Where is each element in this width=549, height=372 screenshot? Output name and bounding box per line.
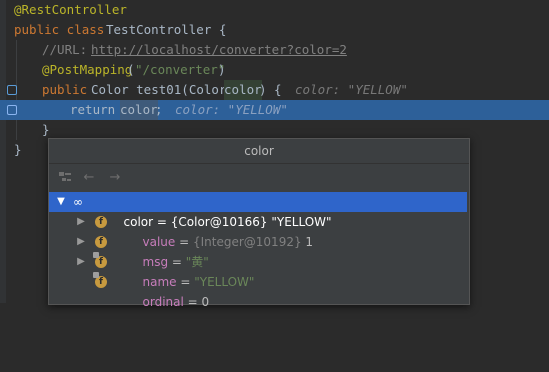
- class-name: TestController {: [106, 22, 227, 37]
- tree-row[interactable]: ▶ f msg = "黄": [49, 232, 467, 269]
- keyword-public-class: public class: [14, 22, 105, 37]
- field-name: ordinal: [142, 295, 184, 309]
- field-icon: f: [95, 216, 107, 228]
- chevron-right-icon[interactable]: ▶: [75, 232, 87, 252]
- watch-glasses-icon: ∞: [73, 195, 83, 209]
- tree-row[interactable]: f ordinal = 0: [49, 272, 467, 309]
- semicolon: ;: [155, 102, 163, 117]
- mapping-path-string: "/converter": [135, 62, 226, 77]
- code-line-2: public class TestController {: [0, 20, 549, 40]
- chevron-down-icon[interactable]: ▼: [55, 192, 67, 212]
- chevron-right-icon[interactable]: ▶: [75, 212, 87, 232]
- inline-value-hint: color: "YELLOW": [295, 82, 408, 97]
- tree-row[interactable]: ▶ f name = "YELLOW": [49, 252, 467, 289]
- code-line-1: @RestController: [0, 0, 549, 20]
- popup-toolbar: ← →: [49, 164, 469, 192]
- keyword-public: public: [42, 82, 88, 97]
- paren-open: (: [127, 62, 135, 77]
- paren-close: ): [218, 62, 226, 77]
- code-line-7: }: [0, 120, 549, 140]
- method-signature: Color test01(Color: [91, 82, 234, 97]
- lock-icon: [93, 252, 99, 258]
- current-execution-line: return color ; color: "YELLOW": [0, 100, 549, 120]
- back-arrow-icon[interactable]: ←: [81, 170, 97, 186]
- comment-url-label: //URL:: [42, 42, 95, 57]
- variable-popup: color ← → ▼ ∞ color = {Color@10166} "YEL…: [48, 138, 470, 309]
- tree-row-root[interactable]: ▼ ∞ color = {Color@10166} "YELLOW": [49, 192, 467, 229]
- popup-title[interactable]: color: [49, 139, 469, 164]
- annotation-rest-controller: @RestController: [14, 2, 127, 17]
- execution-point-icon[interactable]: [7, 105, 17, 115]
- comment-url-link[interactable]: http://localhost/converter?color=2: [91, 40, 347, 60]
- closing-brace: }: [14, 142, 22, 157]
- signature-end: ) {: [259, 82, 282, 97]
- method-breakpoint-icon[interactable]: [7, 85, 17, 95]
- tree-row[interactable]: ▶ f value = {Integer@10192} 1: [49, 212, 467, 249]
- forward-arrow-icon[interactable]: →: [107, 170, 123, 186]
- closing-brace: }: [42, 122, 50, 137]
- keyword-return: return: [70, 102, 116, 117]
- field-value: 0: [201, 295, 210, 309]
- field-icon: f: [95, 236, 107, 248]
- lock-icon: [93, 272, 99, 278]
- param-color: color: [224, 80, 262, 100]
- code-line-5: public Color test01(Color color ) { colo…: [0, 80, 549, 100]
- code-line-3: //URL: http://localhost/converter?color=…: [0, 40, 549, 60]
- tree-table-icon[interactable]: [57, 170, 73, 186]
- chevron-right-icon[interactable]: ▶: [75, 252, 87, 272]
- return-var-color: color: [120, 100, 158, 120]
- annotation-post-mapping: @PostMapping: [42, 62, 133, 77]
- code-line-4: @PostMapping ( "/converter" ): [0, 60, 549, 80]
- inline-value-hint: color: "YELLOW": [175, 102, 288, 117]
